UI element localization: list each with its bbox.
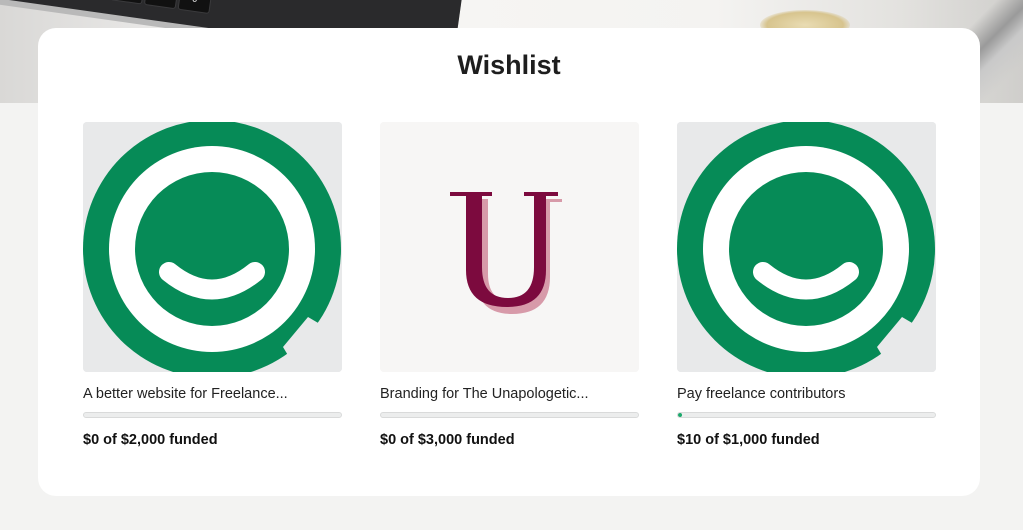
- funding-progress-bar: [677, 412, 936, 418]
- keyboard-key: H: [143, 0, 179, 10]
- wishlist-item[interactable]: Branding for The Unapologetic... $0 of $…: [380, 122, 639, 448]
- wishlist-item[interactable]: A better website for Freelance... $0 of …: [83, 122, 342, 448]
- funded-amount: $0 of $2,000 funded: [83, 432, 218, 448]
- green-smile-logo-icon: [677, 122, 936, 372]
- maroon-u-logo-icon: [380, 122, 639, 372]
- item-image[interactable]: [83, 122, 342, 372]
- item-name[interactable]: Pay freelance contributors: [677, 386, 936, 402]
- keyboard-key: J: [177, 0, 213, 14]
- funding-progress-fill: [678, 413, 683, 417]
- item-image[interactable]: [677, 122, 936, 372]
- funded-amount: $10 of $1,000 funded: [677, 432, 820, 448]
- keyboard-key: G: [110, 0, 146, 5]
- item-image[interactable]: [380, 122, 639, 372]
- funded-amount: $0 of $3,000 funded: [380, 432, 515, 448]
- wishlist-card: Wishlist A better website for Freelance.…: [38, 28, 980, 496]
- green-smile-logo-icon: [83, 122, 342, 372]
- wishlist-title: Wishlist: [457, 50, 561, 80]
- funding-progress-bar: [83, 412, 342, 418]
- funding-progress-bar: [380, 412, 639, 418]
- wishlist-item[interactable]: Pay freelance contributors $10 of $1,000…: [677, 122, 936, 448]
- item-name[interactable]: Branding for The Unapologetic...: [380, 386, 639, 402]
- item-name[interactable]: A better website for Freelance...: [83, 386, 342, 402]
